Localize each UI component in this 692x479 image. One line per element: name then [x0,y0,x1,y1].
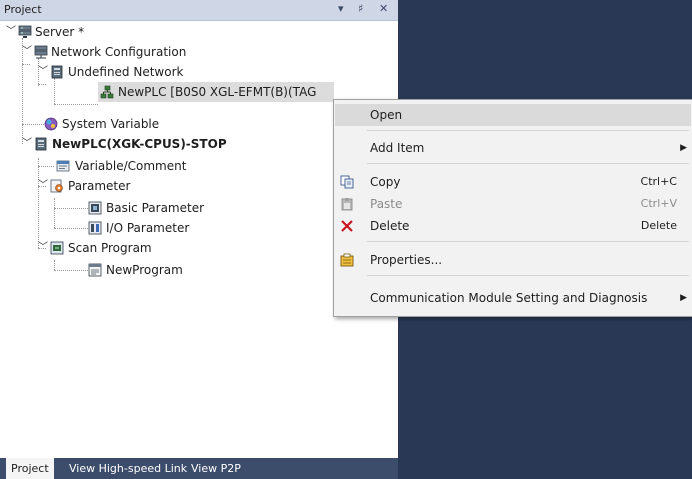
tree-label-server: Server * [35,25,85,39]
system-variable-icon [44,117,58,131]
tree-item-undefined-network[interactable]: ﹀ Undefined Network [0,62,250,82]
tree-label-network-configuration: Network Configuration [51,45,187,59]
tree-item-variable-comment[interactable]: Variable/Comment [0,156,200,176]
menu-item-open[interactable]: Open [335,104,691,126]
menu-item-delete[interactable]: Delete Delete [335,215,691,237]
tree-label-new-program: NewProgram [106,263,183,277]
copy-icon [340,175,354,189]
menu-item-add-item[interactable]: Add Item ▶ [335,137,691,159]
menu-label-open: Open [370,108,403,122]
tree-item-system-variable[interactable]: System Variable [0,114,200,134]
tree-label-parameter: Parameter [68,179,131,193]
panel-tabbar: Project View High-speed Link View P2P [0,458,398,479]
menu-label-add-item: Add Item [370,141,425,155]
tree-label-system-variable: System Variable [62,117,160,131]
menu-item-properties[interactable]: Properties... [335,249,691,271]
tree-item-newplc-network[interactable]: NewPLC [B0S0 XGL-EFMT(B)(TAG [98,82,334,102]
tree-item-network-configuration[interactable]: ﹀ Network Configuration [0,42,250,62]
scan-program-icon [50,241,64,255]
tree-item-new-program[interactable]: NewProgram [0,260,200,280]
program-icon [88,263,102,277]
network-node-icon [100,85,114,99]
chevron-down-icon[interactable]: ﹀ [22,42,32,62]
server-icon [18,25,32,38]
tree-label-undefined-network: Undefined Network [68,65,184,79]
delete-icon [341,220,353,232]
menu-item-paste[interactable]: Paste Ctrl+V [335,193,691,215]
tree-item-server[interactable]: ﹀ Server * [0,22,200,42]
tree-item-scan-program[interactable]: ﹀ Scan Program [0,238,200,258]
tree-label-basic-parameter: Basic Parameter [106,201,205,215]
menu-item-communication-module[interactable]: Communication Module Setting and Diagnos… [335,287,691,309]
menu-item-copy[interactable]: Copy Ctrl+C [335,171,691,193]
tree-label-newplc: NewPLC(XGK-CPUS)-STOP [52,137,227,151]
properties-icon [340,253,354,267]
tree-label-variable-comment: Variable/Comment [75,159,187,173]
chevron-down-icon[interactable]: ﹀ [6,22,16,42]
submenu-arrow-icon: ▶ [680,293,687,303]
tree-item-newplc[interactable]: ﹀ NewPLC(XGK-CPUS)-STOP [0,134,300,154]
panel-title: Project [4,3,42,16]
chevron-down-icon[interactable]: ﹀ [38,62,48,82]
pin-icon[interactable]: ♯ [358,2,363,15]
menu-shortcut-copy: Ctrl+C [640,175,677,188]
io-parameter-icon [88,221,102,235]
basic-parameter-icon [88,201,102,215]
chevron-down-icon[interactable]: ﹀ [38,176,48,196]
submenu-arrow-icon: ▶ [680,143,687,153]
tree-item-basic-parameter[interactable]: Basic Parameter [0,198,204,218]
paste-icon [341,198,353,211]
menu-label-copy: Copy [370,175,401,189]
menu-shortcut-paste: Ctrl+V [640,197,677,210]
chevron-down-icon[interactable]: ﹀ [22,134,32,154]
dropdown-icon[interactable]: ▾ [338,2,344,15]
close-icon[interactable]: ✕ [379,2,388,15]
menu-label-properties: Properties... [370,253,443,267]
tree-item-io-parameter[interactable]: I/O Parameter [0,218,200,238]
parameter-icon [50,179,63,193]
panel-titlebar: Project ▾ ♯ ✕ [0,0,398,21]
menu-shortcut-delete: Delete [640,219,677,232]
tab-view-high-speed-link[interactable]: View High-speed Link [64,458,192,479]
tab-view-p2p[interactable]: View P2P [186,458,246,479]
tree-label-newplc-network: NewPLC [B0S0 XGL-EFMT(B)(TAG [118,85,317,99]
plc-icon [35,137,47,151]
tree-item-parameter[interactable]: ﹀ Parameter [0,176,200,196]
context-menu: Open Add Item ▶ Copy Ctrl+C Paste Ctrl+V… [333,99,692,317]
menu-label-communication-module: Communication Module Setting and Diagnos… [370,291,648,305]
menu-label-paste: Paste [370,197,403,211]
network-icon [51,65,63,79]
network-config-icon [34,45,48,59]
tree-label-io-parameter: I/O Parameter [106,221,190,235]
menu-label-delete: Delete [370,219,410,233]
tab-project[interactable]: Project [6,458,54,479]
tree-label-scan-program: Scan Program [68,241,152,255]
chevron-down-icon[interactable]: ﹀ [38,238,48,258]
variable-comment-icon [56,160,70,172]
